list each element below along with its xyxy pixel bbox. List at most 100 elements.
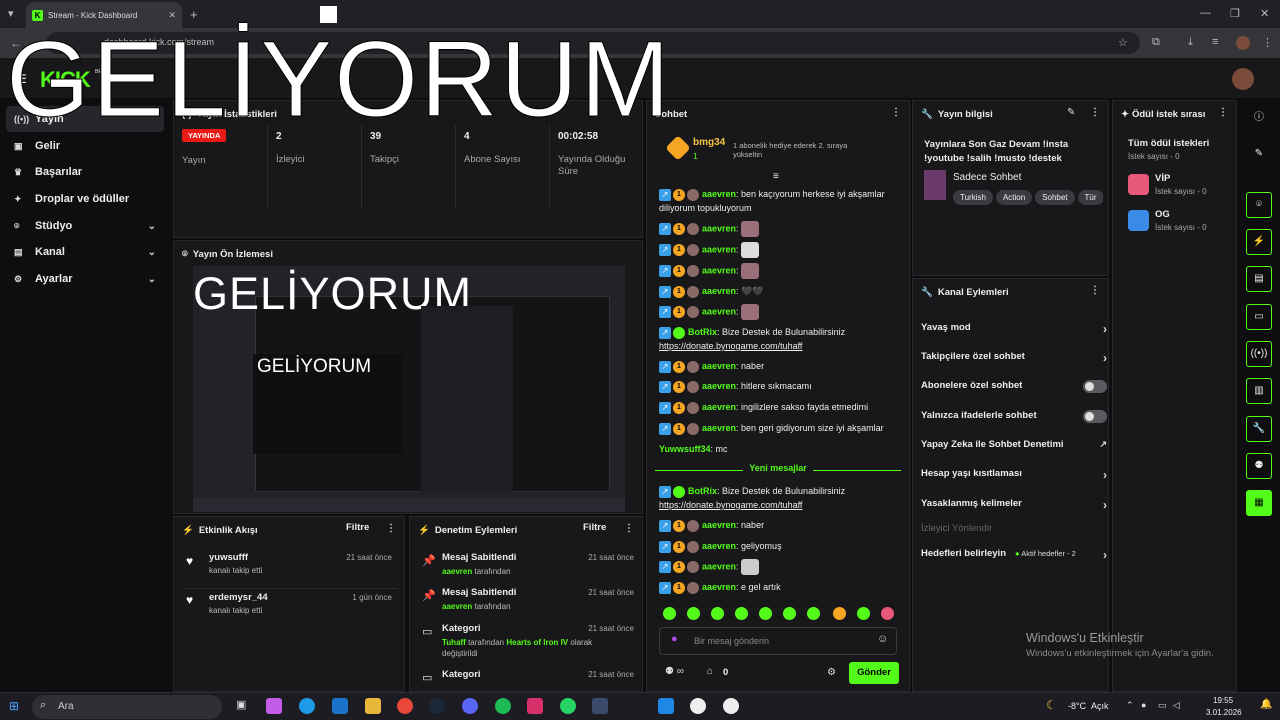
chat-widget-icon[interactable]: ▭ — [1246, 304, 1272, 330]
file-explorer-icon[interactable] — [365, 698, 381, 714]
minimize-icon[interactable]: — — [1200, 7, 1211, 19]
emote-icon[interactable] — [663, 607, 676, 620]
emotes-only-action[interactable]: Yalnızca ifadelerle sohbet — [921, 410, 1107, 434]
chat-username[interactable]: aaevren — [702, 223, 736, 233]
more-options-icon[interactable]: ⋮ — [891, 107, 901, 118]
microphone-tray-icon[interactable]: ● — [1141, 700, 1146, 710]
all-rewards-label[interactable]: Tüm ödül istekleri — [1128, 138, 1209, 149]
outlook-icon[interactable] — [332, 698, 348, 714]
emote-icon[interactable] — [687, 607, 700, 620]
emote-icon[interactable] — [857, 607, 870, 620]
chat-username[interactable]: BotRix — [688, 327, 717, 337]
category-name[interactable]: Sadece Sohbet — [953, 172, 1021, 183]
subscribers-only-toggle[interactable] — [1083, 380, 1107, 393]
chat-username[interactable]: aaevren — [702, 265, 736, 275]
banned-words-action[interactable]: Yasaklanmış kelimeler › — [921, 498, 1107, 522]
stream-preview-video[interactable]: GELİYORUM GELİYORUM — [193, 266, 625, 512]
slow-mode-action[interactable]: Yavaş mod › — [921, 322, 1107, 346]
more-options-icon[interactable]: ⋮ — [1218, 107, 1228, 118]
goals-action[interactable]: Hedefleri belirleyin ● Aktif hedefler - 2… — [921, 548, 1107, 572]
expand-chevron-icon[interactable]: ≡ — [773, 171, 779, 182]
app-icon[interactable] — [592, 698, 608, 714]
moderation-user[interactable]: aaevren — [442, 567, 472, 576]
chrome-icon[interactable] — [397, 698, 413, 714]
emote-icon[interactable] — [807, 607, 820, 620]
tag[interactable]: Action — [995, 190, 1033, 205]
chat-username[interactable]: aaevren — [702, 361, 736, 371]
moderation-user[interactable]: Tuhaff — [442, 638, 466, 647]
ai-moderation-action[interactable]: Yapay Zeka ile Sohbet Denetimi ↗ — [921, 439, 1107, 463]
steam-icon[interactable] — [429, 698, 445, 714]
emote-icon[interactable] — [735, 607, 748, 620]
microphone-icon[interactable]: ● — [671, 633, 678, 645]
bookmark-star-icon[interactable]: ☆ — [1118, 36, 1128, 49]
edge-icon[interactable] — [299, 698, 315, 714]
activity-user[interactable]: erdemysr_44 — [209, 592, 268, 603]
user-avatar[interactable] — [1232, 68, 1254, 90]
reading-list-icon[interactable]: ≡ — [1212, 36, 1218, 48]
info-icon[interactable]: ⓘ — [1246, 106, 1272, 132]
chat-username[interactable]: aaevren — [702, 381, 736, 391]
app-icon[interactable] — [723, 698, 739, 714]
chat-username[interactable]: aaevren — [702, 423, 736, 433]
sidebar-item-settings[interactable]: ⚙ Ayarlar ⌄ — [6, 266, 164, 292]
broadcast-widget-icon[interactable]: ((•)) — [1246, 341, 1272, 367]
profile-icon[interactable] — [1236, 36, 1250, 50]
maximize-icon[interactable]: ❐ — [1230, 7, 1240, 20]
emotes-only-toggle[interactable] — [1083, 410, 1107, 423]
more-options-icon[interactable]: ⋮ — [1090, 107, 1100, 118]
spotify-icon[interactable] — [495, 698, 511, 714]
chat-username[interactable]: aaevren — [702, 582, 736, 592]
activity-widget-icon[interactable]: ⚡ — [1246, 229, 1272, 255]
sidebar-item-studio[interactable]: ⌾ Stüdyo ⌄ — [6, 213, 164, 239]
chat-settings-icon[interactable]: ⚙ — [827, 667, 836, 678]
moderation-category[interactable]: Hearts of Iron IV — [506, 638, 568, 647]
chat-username[interactable]: aaevren — [702, 402, 736, 412]
activity-filter-button[interactable]: Filtre — [346, 522, 369, 533]
pinned-user[interactable]: bmg34 — [693, 137, 725, 148]
tag[interactable]: Tür — [1077, 190, 1103, 205]
chat-username[interactable]: aaevren — [702, 541, 736, 551]
store-icon[interactable]: ⌂ — [707, 666, 713, 677]
tag[interactable]: Sohbet — [1035, 190, 1075, 205]
taskbar-search[interactable]: Ara — [32, 695, 222, 719]
emoji-icon[interactable]: ☺ — [877, 633, 888, 645]
channel-actions-widget-icon[interactable]: ▥ — [1246, 378, 1272, 404]
clock-date[interactable]: 3.01.2026 — [1206, 708, 1242, 717]
windows-start-icon[interactable]: ⊞ — [9, 699, 23, 713]
account-age-action[interactable]: Hesap yaşı kısıtlaması › — [921, 468, 1107, 492]
emote-icon[interactable] — [833, 607, 846, 620]
tray-chevron-icon[interactable]: ⌃ — [1126, 700, 1134, 711]
sidebar-item-drops[interactable]: ✦ Droplar ve ödüller — [6, 186, 164, 212]
emote-icon[interactable] — [711, 607, 724, 620]
reward-widget-icon[interactable]: ⚉ — [1246, 453, 1272, 479]
emote-icon[interactable] — [881, 607, 894, 620]
discord-icon[interactable] — [462, 698, 478, 714]
activity-user[interactable]: yuwsufff — [209, 552, 248, 563]
more-options-icon[interactable]: ⋮ — [1090, 285, 1100, 296]
copilot-icon[interactable] — [266, 698, 282, 714]
edit-layout-icon[interactable]: ✎ — [1246, 142, 1272, 168]
edit-icon[interactable]: ✎ — [1067, 107, 1075, 118]
chat-username[interactable]: aaevren — [702, 189, 736, 199]
obs-icon[interactable] — [690, 698, 706, 714]
followers-only-action[interactable]: Takipçilere özel sohbet › — [921, 351, 1107, 375]
weather-temp[interactable]: -8°C — [1068, 701, 1086, 711]
clip-widget-icon[interactable]: ▦ — [1246, 490, 1272, 516]
network-icon[interactable]: ▭ — [1158, 700, 1167, 711]
chat-link[interactable]: https://donate.bynogame.com/tuhaff — [659, 341, 802, 351]
moderation-filter-button[interactable]: Filtre — [583, 522, 606, 533]
browser-menu-icon[interactable]: ⋮ — [1262, 36, 1273, 49]
chat-username[interactable]: Yuwwsuff34 — [659, 444, 711, 454]
sidebar-item-channel[interactable]: ▤ Kanal ⌄ — [6, 239, 164, 265]
chat-username[interactable]: aaevren — [702, 286, 736, 296]
reward-name[interactable]: OG — [1155, 209, 1170, 220]
moderation-user[interactable]: aaevren — [442, 602, 472, 611]
chat-username[interactable]: aaevren — [702, 244, 736, 254]
volume-icon[interactable]: ◁ — [1173, 700, 1180, 711]
stream-info-widget-icon[interactable]: 🔧 — [1246, 416, 1272, 442]
chat-username[interactable]: aaevren — [702, 561, 736, 571]
emote-icon[interactable] — [759, 607, 772, 620]
clock-time[interactable]: 19:55 — [1213, 696, 1233, 705]
points-infinity-icon[interactable]: ⚉ ∞ — [665, 666, 684, 677]
